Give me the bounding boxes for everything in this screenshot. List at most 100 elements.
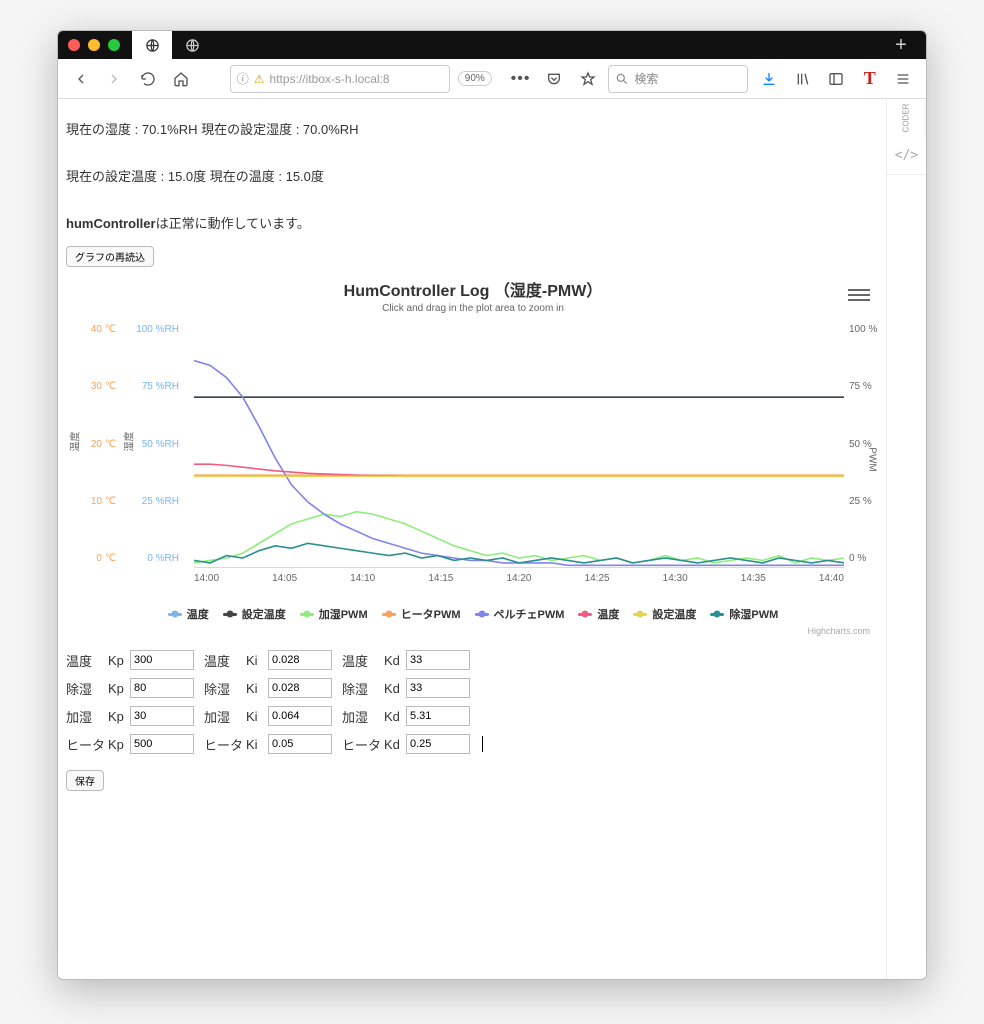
param-input-kd[interactable]: [406, 650, 470, 670]
param-input-kp[interactable]: [130, 706, 194, 726]
legend-item[interactable]: 温度: [168, 606, 209, 622]
browser-tab[interactable]: [172, 31, 212, 59]
toolbar: ⓘ ⚠ https://itbox-s-h.local:8 90% ••• 検索…: [58, 59, 926, 99]
chart-subtitle: Click and drag in the plot area to zoom …: [62, 303, 884, 314]
legend-item[interactable]: 温度: [578, 606, 619, 622]
param-input-ki[interactable]: [268, 734, 332, 754]
sidebar-icon[interactable]: [823, 66, 849, 92]
back-button[interactable]: [68, 66, 94, 92]
param-row: 温度Kp温度Ki温度Kd: [66, 650, 880, 670]
chart-menu-icon[interactable]: [848, 285, 870, 305]
legend-item[interactable]: ペルチェPWM: [475, 606, 565, 622]
page-content: 現在の湿度 : 70.1%RH 現在の設定湿度 : 70.0%RH 現在の設定温…: [58, 99, 886, 979]
chart-container: HumController Log （湿度-PMW） Click and dra…: [62, 277, 884, 640]
param-row: 除湿Kp除湿Ki除湿Kd: [66, 678, 880, 698]
tab-strip: [132, 31, 886, 59]
search-box[interactable]: 検索: [608, 65, 748, 93]
param-input-kd[interactable]: [406, 706, 470, 726]
param-k-label: Ki: [246, 681, 268, 696]
search-placeholder: 検索: [634, 70, 658, 87]
browser-window: + ⓘ ⚠ https://itbox-s-h.local:8 90% •••: [57, 30, 927, 980]
temperature-status: 現在の設定温度 : 15.0度 現在の温度 : 15.0度: [66, 166, 880, 185]
param-k-label: Ki: [246, 653, 268, 668]
param-input-kp[interactable]: [130, 734, 194, 754]
param-input-ki[interactable]: [268, 706, 332, 726]
legend-item[interactable]: 設定温度: [633, 606, 696, 622]
param-input-kd[interactable]: [406, 734, 470, 754]
side-panel-tabs: CODER </>: [886, 99, 926, 979]
param-row: 加湿Kp加湿Ki加湿Kd: [66, 706, 880, 726]
humidity-status: 現在の湿度 : 70.1%RH 現在の設定湿度 : 70.0%RH: [66, 119, 880, 138]
page-actions-icon[interactable]: •••: [508, 66, 534, 92]
param-group-label: 除湿: [66, 679, 108, 698]
y-axis-pwm-label: PWM: [866, 447, 877, 471]
param-input-kd[interactable]: [406, 678, 470, 698]
home-button[interactable]: [169, 66, 195, 92]
url-bar[interactable]: ⓘ ⚠ https://itbox-s-h.local:8: [230, 65, 450, 93]
titlebar: +: [58, 31, 926, 59]
save-button[interactable]: 保存: [66, 770, 104, 791]
param-group-label: 除湿: [342, 679, 384, 698]
param-k-label: Kp: [108, 737, 130, 752]
param-k-label: Ki: [246, 737, 268, 752]
code-view-tab[interactable]: </>: [887, 137, 926, 175]
param-k-label: Kd: [384, 681, 406, 696]
param-group-label: 加湿: [204, 707, 246, 726]
legend-item[interactable]: 加湿PWM: [300, 606, 368, 622]
param-group-label: 加湿: [66, 707, 108, 726]
param-group-label: 加湿: [342, 707, 384, 726]
legend-item[interactable]: 設定温度: [223, 606, 286, 622]
x-axis-ticks: 14:0014:0514:1014:1514:2014:2514:3014:35…: [194, 573, 844, 584]
menu-icon[interactable]: [891, 66, 917, 92]
y-axis-temp-label: 温度: [67, 432, 82, 452]
maximize-window-icon[interactable]: [108, 39, 120, 51]
param-k-label: Kp: [108, 681, 130, 696]
zoom-indicator[interactable]: 90%: [458, 71, 492, 86]
param-group-label: 温度: [66, 651, 108, 670]
param-k-label: Ki: [246, 709, 268, 724]
download-icon[interactable]: [756, 66, 782, 92]
text-cursor: [482, 736, 483, 752]
param-input-ki[interactable]: [268, 650, 332, 670]
browser-tab-active[interactable]: [132, 31, 172, 59]
param-k-label: Kd: [384, 709, 406, 724]
param-k-label: Kd: [384, 737, 406, 752]
param-row: ヒータKpヒータKiヒータKd: [66, 734, 880, 754]
window-controls: [68, 39, 120, 51]
param-group-label: ヒータ: [342, 735, 384, 754]
param-input-ki[interactable]: [268, 678, 332, 698]
param-k-label: Kp: [108, 709, 130, 724]
chart-title: HumController Log （湿度-PMW）: [62, 277, 884, 301]
close-window-icon[interactable]: [68, 39, 80, 51]
chart-plot-area[interactable]: 40 ℃30 ℃20 ℃10 ℃0 ℃ 100 %RH75 %RH50 %RH2…: [194, 324, 844, 584]
param-group-label: 温度: [342, 651, 384, 670]
library-icon[interactable]: [790, 66, 816, 92]
reload-graph-button[interactable]: グラフの再読込: [66, 246, 154, 267]
pocket-icon[interactable]: [541, 66, 567, 92]
url-text: https://itbox-s-h.local:8: [270, 72, 390, 86]
param-group-label: ヒータ: [66, 735, 108, 754]
search-icon: [615, 72, 629, 86]
reload-button[interactable]: [135, 66, 161, 92]
extension-t-icon[interactable]: T: [857, 66, 883, 92]
minimize-window-icon[interactable]: [88, 39, 100, 51]
legend-item[interactable]: 除湿PWM: [710, 606, 778, 622]
new-tab-button[interactable]: +: [886, 34, 916, 57]
bookmark-star-icon[interactable]: [575, 66, 601, 92]
legend-item[interactable]: ヒータPWM: [382, 606, 461, 622]
info-icon[interactable]: ⓘ: [237, 70, 249, 87]
param-k-label: Kp: [108, 653, 130, 668]
param-group-label: 除湿: [204, 679, 246, 698]
param-group-label: ヒータ: [204, 735, 246, 754]
forward-button[interactable]: [102, 66, 128, 92]
y-axis-temp-ticks: 40 ℃30 ℃20 ℃10 ℃0 ℃: [76, 324, 116, 564]
y-axis-rh-label: 湿度: [121, 432, 136, 452]
param-group-label: 温度: [204, 651, 246, 670]
param-input-kp[interactable]: [130, 678, 194, 698]
chart-legend: 温度設定温度加湿PWMヒータPWMペルチェPWM温度設定温度除湿PWM: [62, 606, 884, 622]
y-axis-pct-ticks: 100 %75 %50 %25 %0 %: [849, 324, 884, 564]
controller-status: humControllerは正常に動作しています。: [66, 213, 880, 232]
param-input-kp[interactable]: [130, 650, 194, 670]
coder-tab[interactable]: CODER: [888, 99, 926, 138]
chart-credit[interactable]: Highcharts.com: [62, 622, 884, 640]
